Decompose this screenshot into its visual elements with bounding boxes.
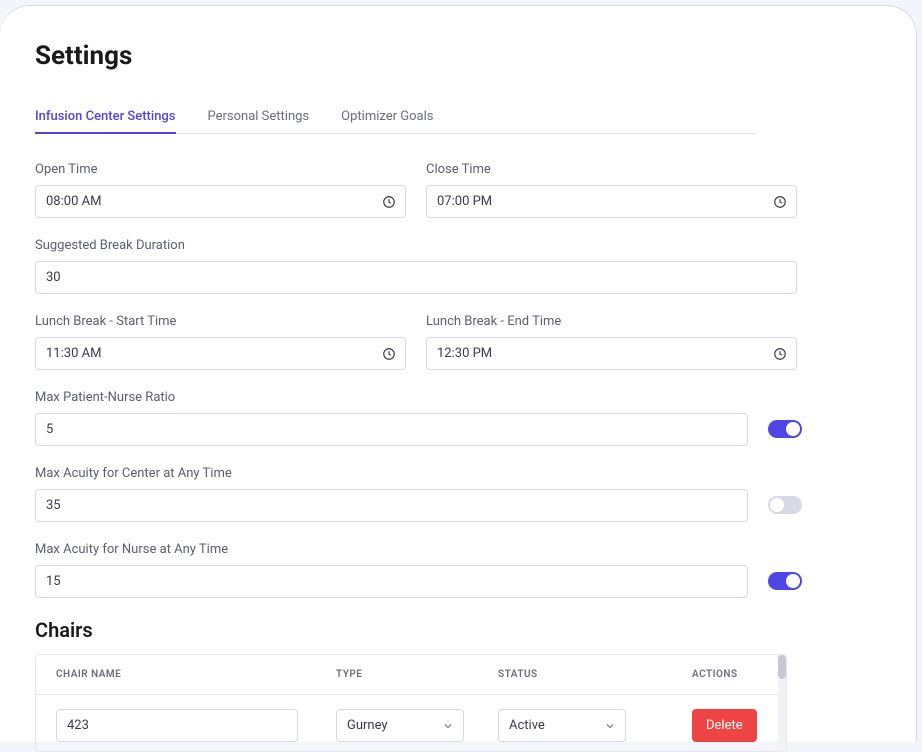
close-time-label: Close Time <box>426 162 797 177</box>
close-time-input[interactable] <box>426 185 797 218</box>
tabs: Infusion Center Settings Personal Settin… <box>35 101 757 134</box>
lunch-start-label: Lunch Break - Start Time <box>35 314 406 329</box>
scrollbar-track[interactable] <box>778 655 786 751</box>
column-header-actions: ACTIONS <box>692 669 766 680</box>
nurse-ratio-input[interactable] <box>35 413 748 446</box>
center-acuity-input[interactable] <box>35 489 748 522</box>
tab-personal-settings[interactable]: Personal Settings <box>208 101 310 134</box>
nurse-ratio-label: Max Patient-Nurse Ratio <box>35 390 748 405</box>
chairs-section-title: Chairs <box>35 618 881 642</box>
nurse-acuity-toggle[interactable] <box>768 572 802 590</box>
chair-name-input[interactable] <box>56 709 298 742</box>
tab-optimizer-goals[interactable]: Optimizer Goals <box>341 101 433 134</box>
chair-status-select[interactable]: Active <box>498 709 626 742</box>
break-duration-input[interactable] <box>35 261 797 294</box>
table-row: Gurney Active Delete <box>36 695 786 752</box>
break-duration-label: Suggested Break Duration <box>35 238 797 253</box>
tab-infusion-center-settings[interactable]: Infusion Center Settings <box>35 101 176 134</box>
lunch-start-input[interactable] <box>35 337 406 370</box>
column-header-name: CHAIR NAME <box>56 669 336 680</box>
open-time-input[interactable] <box>35 185 406 218</box>
nurse-acuity-input[interactable] <box>35 565 748 598</box>
nurse-acuity-label: Max Acuity for Nurse at Any Time <box>35 542 748 557</box>
chair-type-select[interactable]: Gurney <box>336 709 464 742</box>
center-acuity-label: Max Acuity for Center at Any Time <box>35 466 748 481</box>
column-header-status: STATUS <box>498 669 692 680</box>
lunch-end-label: Lunch Break - End Time <box>426 314 797 329</box>
center-acuity-toggle[interactable] <box>768 496 802 514</box>
delete-button[interactable]: Delete <box>692 709 757 742</box>
lunch-end-input[interactable] <box>426 337 797 370</box>
open-time-label: Open Time <box>35 162 406 177</box>
chairs-table: CHAIR NAME TYPE STATUS ACTIONS Gurney Ac… <box>35 654 787 752</box>
page-title: Settings <box>35 41 881 71</box>
nurse-ratio-toggle[interactable] <box>768 420 802 438</box>
scrollbar-thumb[interactable] <box>778 655 786 679</box>
column-header-type: TYPE <box>336 669 498 680</box>
